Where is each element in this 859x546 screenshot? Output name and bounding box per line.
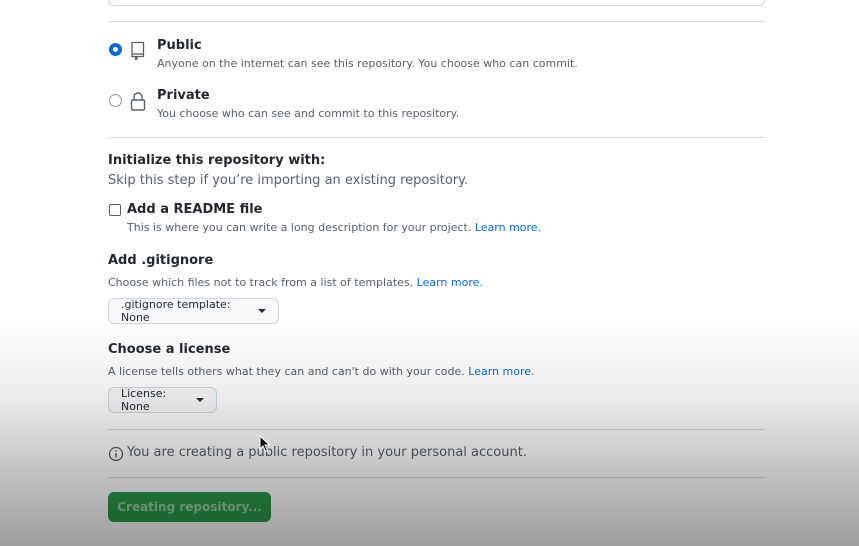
private-title: Private bbox=[157, 88, 210, 103]
readme-checkbox[interactable] bbox=[109, 204, 121, 216]
divider bbox=[108, 477, 765, 478]
license-description: A license tells others what they can and… bbox=[108, 365, 465, 378]
gitignore-title: Add .gitignore bbox=[108, 253, 214, 268]
info-icon bbox=[108, 446, 124, 462]
repository-notice: You are creating a public repository in … bbox=[127, 445, 527, 460]
gitignore-template-dropdown[interactable]: .gitignore template: None bbox=[108, 298, 279, 324]
license-label: License: None bbox=[121, 387, 167, 413]
license-description-line: A license tells others what they can and… bbox=[108, 365, 535, 378]
public-title: Public bbox=[157, 38, 202, 53]
readme-description: This is where you can write a long descr… bbox=[127, 221, 472, 234]
chevron-down-icon bbox=[258, 309, 266, 313]
repository-description-field-bottom bbox=[108, 0, 765, 6]
divider bbox=[108, 429, 765, 430]
repo-icon bbox=[129, 40, 147, 62]
public-description: Anyone on the internet can see this repo… bbox=[157, 57, 578, 70]
private-radio[interactable] bbox=[109, 94, 122, 107]
readme-label[interactable]: Add a README file bbox=[127, 202, 263, 217]
cursor-icon bbox=[259, 435, 271, 453]
init-title: Initialize this repository with: bbox=[108, 153, 326, 168]
license-title: Choose a license bbox=[108, 342, 231, 357]
gitignore-template-label: .gitignore template: None bbox=[121, 298, 231, 324]
init-subtitle: Skip this step if you’re importing an ex… bbox=[108, 173, 469, 188]
visibility-option-public[interactable]: Public Anyone on the internet can see th… bbox=[108, 38, 765, 74]
gitignore-description: Choose which files not to track from a l… bbox=[108, 276, 414, 289]
readme-learn-more-link[interactable]: Learn more. bbox=[475, 221, 541, 234]
gitignore-learn-more-link[interactable]: Learn more. bbox=[417, 276, 483, 289]
readme-description-line: This is where you can write a long descr… bbox=[127, 221, 541, 234]
license-learn-more-link[interactable]: Learn more. bbox=[468, 365, 534, 378]
public-radio[interactable] bbox=[109, 43, 122, 56]
license-dropdown[interactable]: License: None bbox=[108, 387, 217, 413]
create-repository-button[interactable]: Creating repository... bbox=[108, 492, 271, 522]
visibility-option-private[interactable]: Private You choose who can see and commi… bbox=[108, 88, 765, 124]
divider bbox=[108, 21, 765, 22]
lock-icon bbox=[129, 90, 147, 112]
gitignore-description-line: Choose which files not to track from a l… bbox=[108, 276, 483, 289]
chevron-down-icon bbox=[196, 398, 204, 402]
divider bbox=[108, 137, 765, 138]
private-description: You choose who can see and commit to thi… bbox=[157, 107, 460, 120]
